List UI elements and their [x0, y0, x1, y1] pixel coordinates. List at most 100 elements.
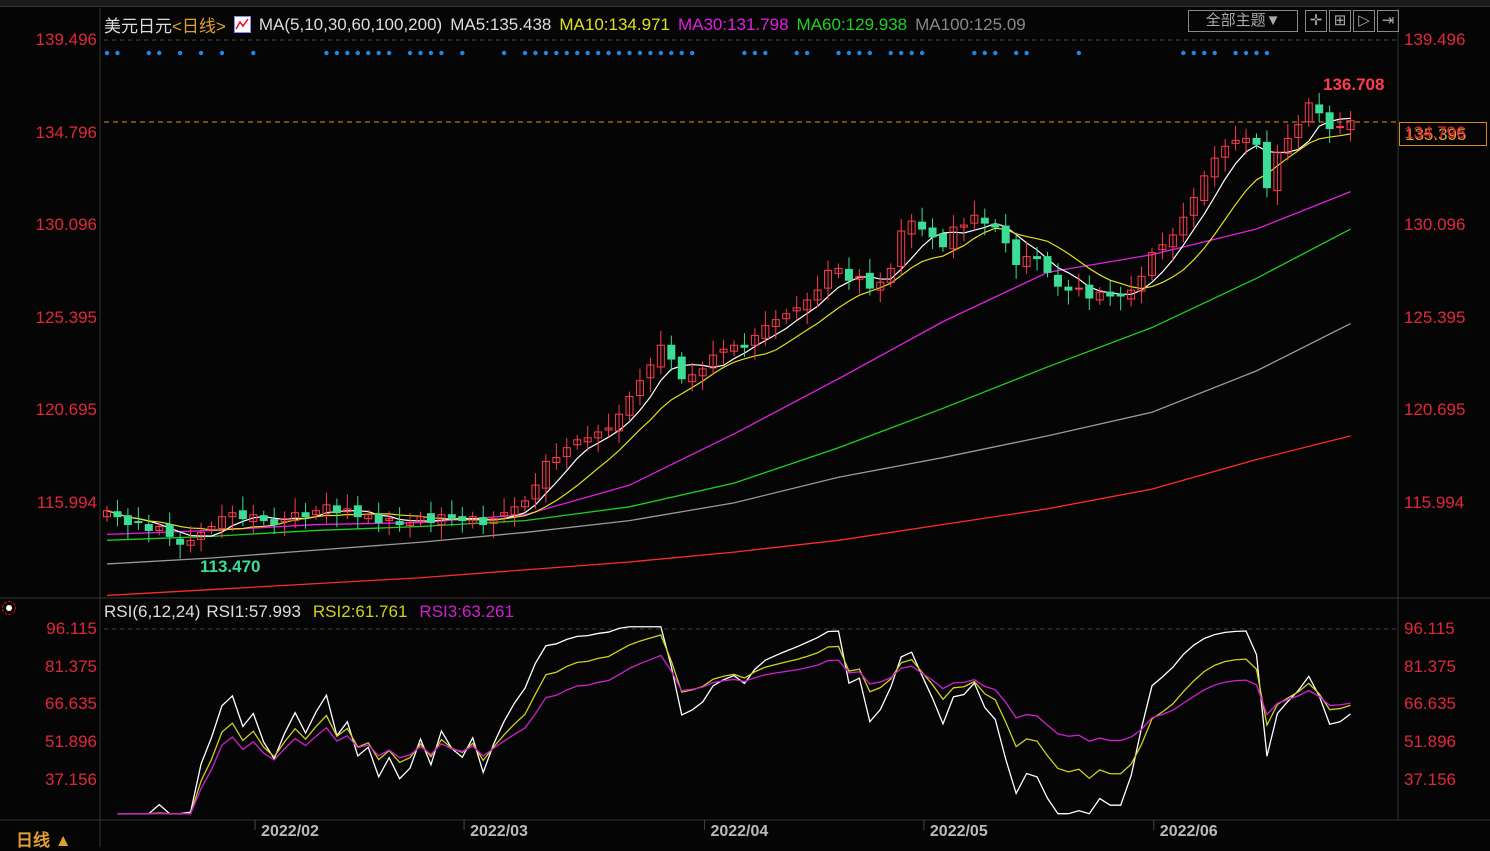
- ma-indicator-icon[interactable]: [233, 16, 251, 33]
- period-label[interactable]: <日线>: [172, 12, 226, 37]
- signal-dot: [1013, 50, 1019, 56]
- signal-dot: [982, 50, 987, 56]
- candle-body: [1325, 112, 1334, 130]
- candle-body: [259, 515, 268, 522]
- candle-body: [374, 514, 383, 524]
- candle-body: [113, 511, 122, 518]
- candle-body: [270, 519, 279, 526]
- candle-body: [479, 517, 488, 526]
- x-tick-label: 2022/03: [470, 823, 528, 840]
- rsi-tick-left: 96.115: [46, 619, 97, 638]
- ma10-line: [106, 133, 1351, 531]
- signal-dot: [1254, 50, 1259, 56]
- signal-dot: [679, 50, 684, 56]
- candle-body: [1085, 284, 1094, 299]
- candle-body: [426, 513, 435, 524]
- x-tick-label: 2022/05: [929, 823, 988, 840]
- x-tick-label: 2022/06: [1159, 823, 1218, 840]
- candle-body: [844, 268, 853, 281]
- candle-body: [144, 524, 153, 531]
- move-right-icon[interactable]: ⇥: [1377, 10, 1399, 32]
- rsi3-value: RSI3:63.261: [419, 602, 514, 621]
- y-tick-right: 125.395: [1404, 307, 1466, 327]
- candle-body: [865, 272, 874, 289]
- candle-body: [1315, 104, 1324, 114]
- candle-body: [1001, 225, 1010, 244]
- y-tick-right: 139.496: [1404, 30, 1466, 49]
- signal-dot: [794, 50, 799, 56]
- signal-dot: [501, 50, 507, 56]
- signal-dot: [177, 50, 183, 56]
- signal-dot: [554, 50, 559, 56]
- y-tick-right: 120.695: [1404, 400, 1466, 420]
- candle-body: [123, 515, 132, 526]
- play-icon[interactable]: ▷: [1353, 10, 1375, 32]
- rsi-tick-left: 66.635: [45, 694, 97, 714]
- rsi2-line: [117, 634, 1351, 815]
- candle-body: [176, 538, 185, 545]
- period-switch-button[interactable]: 日线 ▲: [16, 826, 72, 851]
- signal-dot: [690, 50, 695, 56]
- chart-canvas[interactable]: [0, 0, 1490, 847]
- ma5-line: [106, 117, 1351, 537]
- signal-dot: [418, 50, 423, 56]
- y-tick-right: 130.096: [1404, 215, 1466, 235]
- y-tick-right: 134.796: [1404, 122, 1466, 142]
- y-tick-right: 115.994: [1404, 492, 1465, 512]
- rsi3-line: [117, 654, 1351, 815]
- signal-dot: [1076, 50, 1082, 56]
- candle-body: [677, 356, 686, 380]
- rsi2-value: RSI2:61.761: [312, 602, 408, 621]
- candle-body: [458, 516, 467, 522]
- rsi1-line: [117, 626, 1351, 815]
- signal-dot: [1233, 50, 1238, 56]
- candle-body: [980, 217, 989, 224]
- candle-body: [928, 227, 937, 238]
- signal-dot: [595, 50, 601, 56]
- candle-body: [667, 344, 676, 360]
- candle-body: [1116, 293, 1125, 297]
- signal-dot: [763, 50, 768, 56]
- signal-dot: [616, 50, 622, 56]
- signal-dot: [1202, 50, 1207, 56]
- ma-params[interactable]: MA(5,10,30,60,100,200): [259, 15, 442, 35]
- signal-dot: [888, 50, 893, 56]
- signal-dot: [407, 50, 413, 56]
- symbol-name: 美元日元: [104, 17, 172, 36]
- rsi-tick-left: 81.375: [45, 656, 97, 676]
- signal-dot: [543, 50, 549, 56]
- signal-dot: [355, 50, 360, 56]
- rsi-params[interactable]: RSI(6,12,24): [104, 602, 200, 622]
- candle-body: [332, 505, 341, 514]
- main-legend: 美元日元 <日线> MA(5,10,30,60,100,200) MA5:135…: [104, 12, 1026, 37]
- y-tick-left: 134.796: [35, 122, 97, 142]
- signal-dot: [1264, 50, 1270, 56]
- ma200-line: [106, 435, 1351, 597]
- rsi-tick-left: 51.896: [45, 732, 97, 752]
- candle-body: [1074, 287, 1083, 290]
- candle-body: [918, 221, 927, 230]
- signal-dot: [606, 50, 611, 56]
- candle-body: [395, 521, 404, 526]
- signal-dot: [857, 50, 862, 56]
- y-tick-left: 139.496: [35, 30, 97, 49]
- signal-dot: [919, 50, 925, 56]
- theme-dropdown[interactable]: 全部主题▼: [1188, 10, 1298, 32]
- y-tick-left: 130.096: [35, 215, 97, 235]
- signal-dot: [251, 50, 256, 56]
- signal-dot: [115, 50, 120, 56]
- rsi-legend: RSI(6,12,24) RSI1:57.993 RSI2:61.761 RSI…: [104, 602, 514, 622]
- indicator-settings-icon[interactable]: [2, 601, 16, 615]
- rsi-tick-right: 51.896: [1404, 732, 1456, 752]
- rsi-tick-right: 37.156: [1404, 769, 1456, 789]
- signal-dot: [324, 50, 329, 56]
- candle-body: [1262, 141, 1271, 189]
- candle-body: [1053, 274, 1062, 287]
- signal-dot: [1024, 50, 1029, 56]
- min-price-label: 113.470: [200, 557, 261, 576]
- crosshair-icon[interactable]: ✛: [1305, 10, 1327, 32]
- zoom-range-icon[interactable]: ⊞: [1329, 10, 1351, 32]
- signal-dot: [993, 50, 998, 56]
- ma100-line: [106, 323, 1351, 565]
- rsi-tick-right: 96.115: [1404, 619, 1455, 638]
